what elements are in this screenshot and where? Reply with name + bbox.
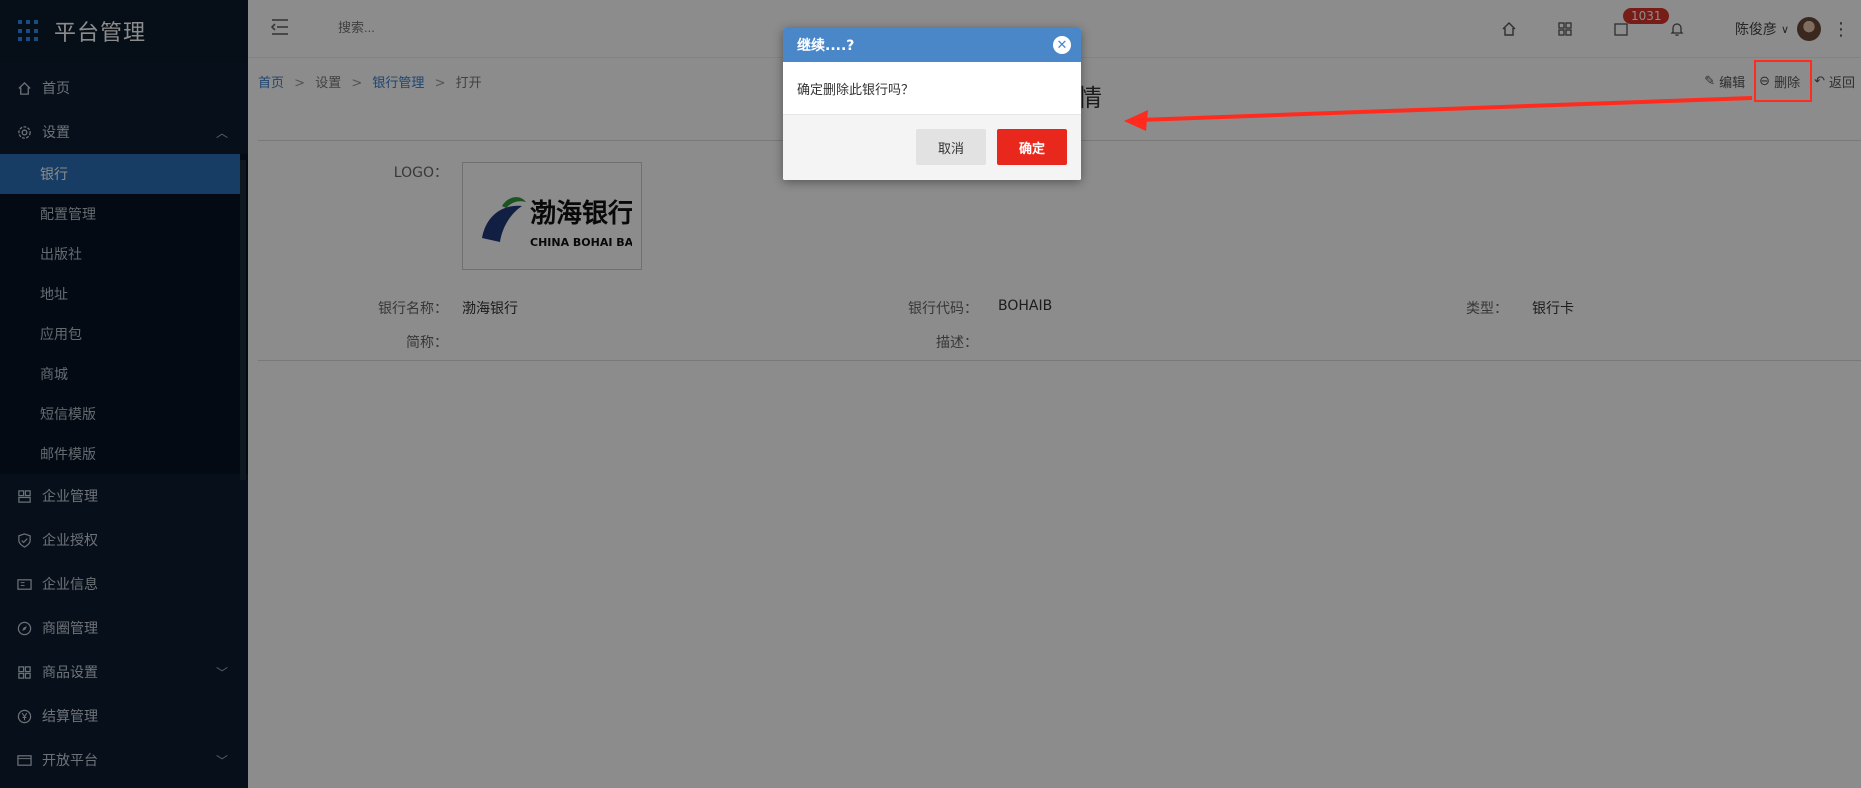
confirm-button[interactable]: 确定 bbox=[997, 129, 1067, 165]
close-icon[interactable]: ✕ bbox=[1053, 36, 1071, 54]
highlight-box bbox=[1754, 60, 1812, 102]
cancel-button[interactable]: 取消 bbox=[916, 129, 986, 165]
confirm-dialog: 继续....? ✕ 确定删除此银行吗？ 取消 确定 bbox=[783, 28, 1081, 180]
dialog-header: 继续....? ✕ bbox=[783, 28, 1081, 62]
dialog-title: 继续....? bbox=[797, 38, 855, 54]
dialog-footer: 取消 确定 bbox=[783, 114, 1081, 180]
dialog-message: 确定删除此银行吗？ bbox=[797, 82, 915, 98]
